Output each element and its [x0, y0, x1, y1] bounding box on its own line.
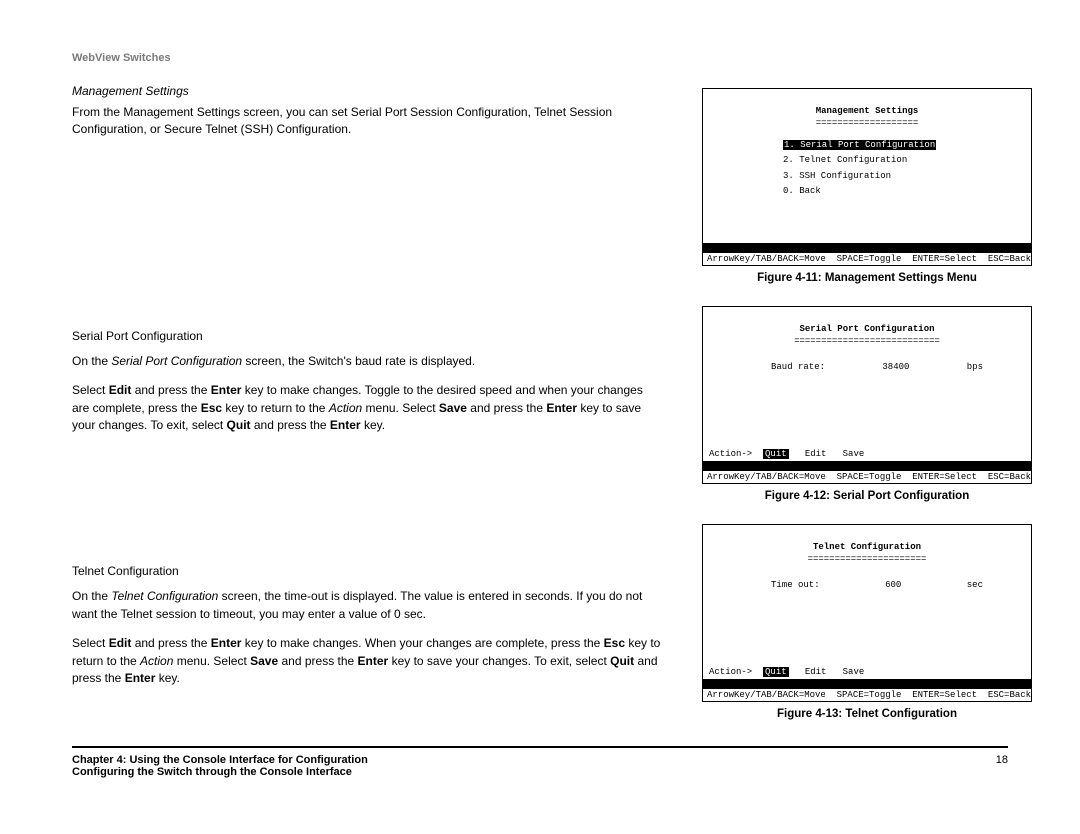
fig1-under: ===================: [711, 117, 1023, 129]
fig2-quit-selected: Quit: [763, 449, 789, 459]
fig3-label: Time out:: [771, 579, 820, 591]
fig2-action-row: Action-> Quit Edit Save: [703, 447, 1031, 461]
fig1-item2: 2. Telnet Configuration: [783, 154, 1023, 166]
figure-4-12: Serial Port Configuration ==============…: [702, 306, 1032, 484]
fig3-hints: ArrowKey/TAB/BACK=Move SPACE=Toggle ENTE…: [703, 689, 1031, 701]
section-serial-port-title: Serial Port Configuration: [72, 329, 662, 343]
fig2-value: 38400: [882, 361, 909, 373]
fig3-quit-selected: Quit: [763, 667, 789, 677]
fig1-hints: ArrowKey/TAB/BACK=Move SPACE=Toggle ENTE…: [703, 253, 1031, 265]
fig2-under: ===========================: [711, 335, 1023, 347]
fig3-under: ======================: [711, 553, 1023, 565]
fig2-caption: Figure 4-12: Serial Port Configuration: [702, 490, 1032, 502]
fig3-caption: Figure 4-13: Telnet Configuration: [702, 708, 1032, 720]
footer-chapter: Chapter 4: Using the Console Interface f…: [72, 754, 368, 766]
fig3-value: 600: [885, 579, 901, 591]
section-serial-port-p2: Select Edit and press the Enter key to m…: [72, 382, 662, 434]
fig1-blackbar: [703, 243, 1031, 253]
page-number: 18: [996, 754, 1008, 778]
body-text-column: Management Settings From the Management …: [72, 84, 662, 699]
section-management-settings-title: Management Settings: [72, 84, 662, 98]
fig1-title: Management Settings: [711, 105, 1023, 117]
footer-subchapter: Configuring the Switch through the Conso…: [72, 766, 368, 778]
doc-header: WebView Switches: [72, 52, 171, 64]
fig1-item1-selected: 1. Serial Port Configuration: [783, 140, 936, 150]
fig1-item3: 3. SSH Configuration: [783, 170, 1023, 182]
fig2-title: Serial Port Configuration: [711, 323, 1023, 335]
fig2-hints: ArrowKey/TAB/BACK=Move SPACE=Toggle ENTE…: [703, 471, 1031, 483]
fig1-caption: Figure 4-11: Management Settings Menu: [702, 272, 1032, 284]
figure-4-11: Management Settings =================== …: [702, 88, 1032, 266]
fig3-unit: sec: [967, 579, 983, 591]
section-telnet-p2: Select Edit and press the Enter key to m…: [72, 635, 662, 687]
fig3-action-row: Action-> Quit Edit Save: [703, 665, 1031, 679]
fig3-title: Telnet Configuration: [711, 541, 1023, 553]
fig3-blackbar: [703, 679, 1031, 689]
section-telnet-p1: On the Telnet Configuration screen, the …: [72, 588, 662, 623]
fig2-unit: bps: [967, 361, 983, 373]
page-footer: Chapter 4: Using the Console Interface f…: [72, 746, 1008, 778]
fig1-item0: 0. Back: [783, 185, 1023, 197]
figures-column: Management Settings =================== …: [702, 88, 1032, 720]
section-serial-port-p1: On the Serial Port Configuration screen,…: [72, 353, 662, 370]
section-management-settings-p1: From the Management Settings screen, you…: [72, 104, 662, 139]
fig2-blackbar: [703, 461, 1031, 471]
section-telnet-title: Telnet Configuration: [72, 564, 662, 578]
fig2-label: Baud rate:: [771, 361, 825, 373]
figure-4-13: Telnet Configuration ===================…: [702, 524, 1032, 702]
